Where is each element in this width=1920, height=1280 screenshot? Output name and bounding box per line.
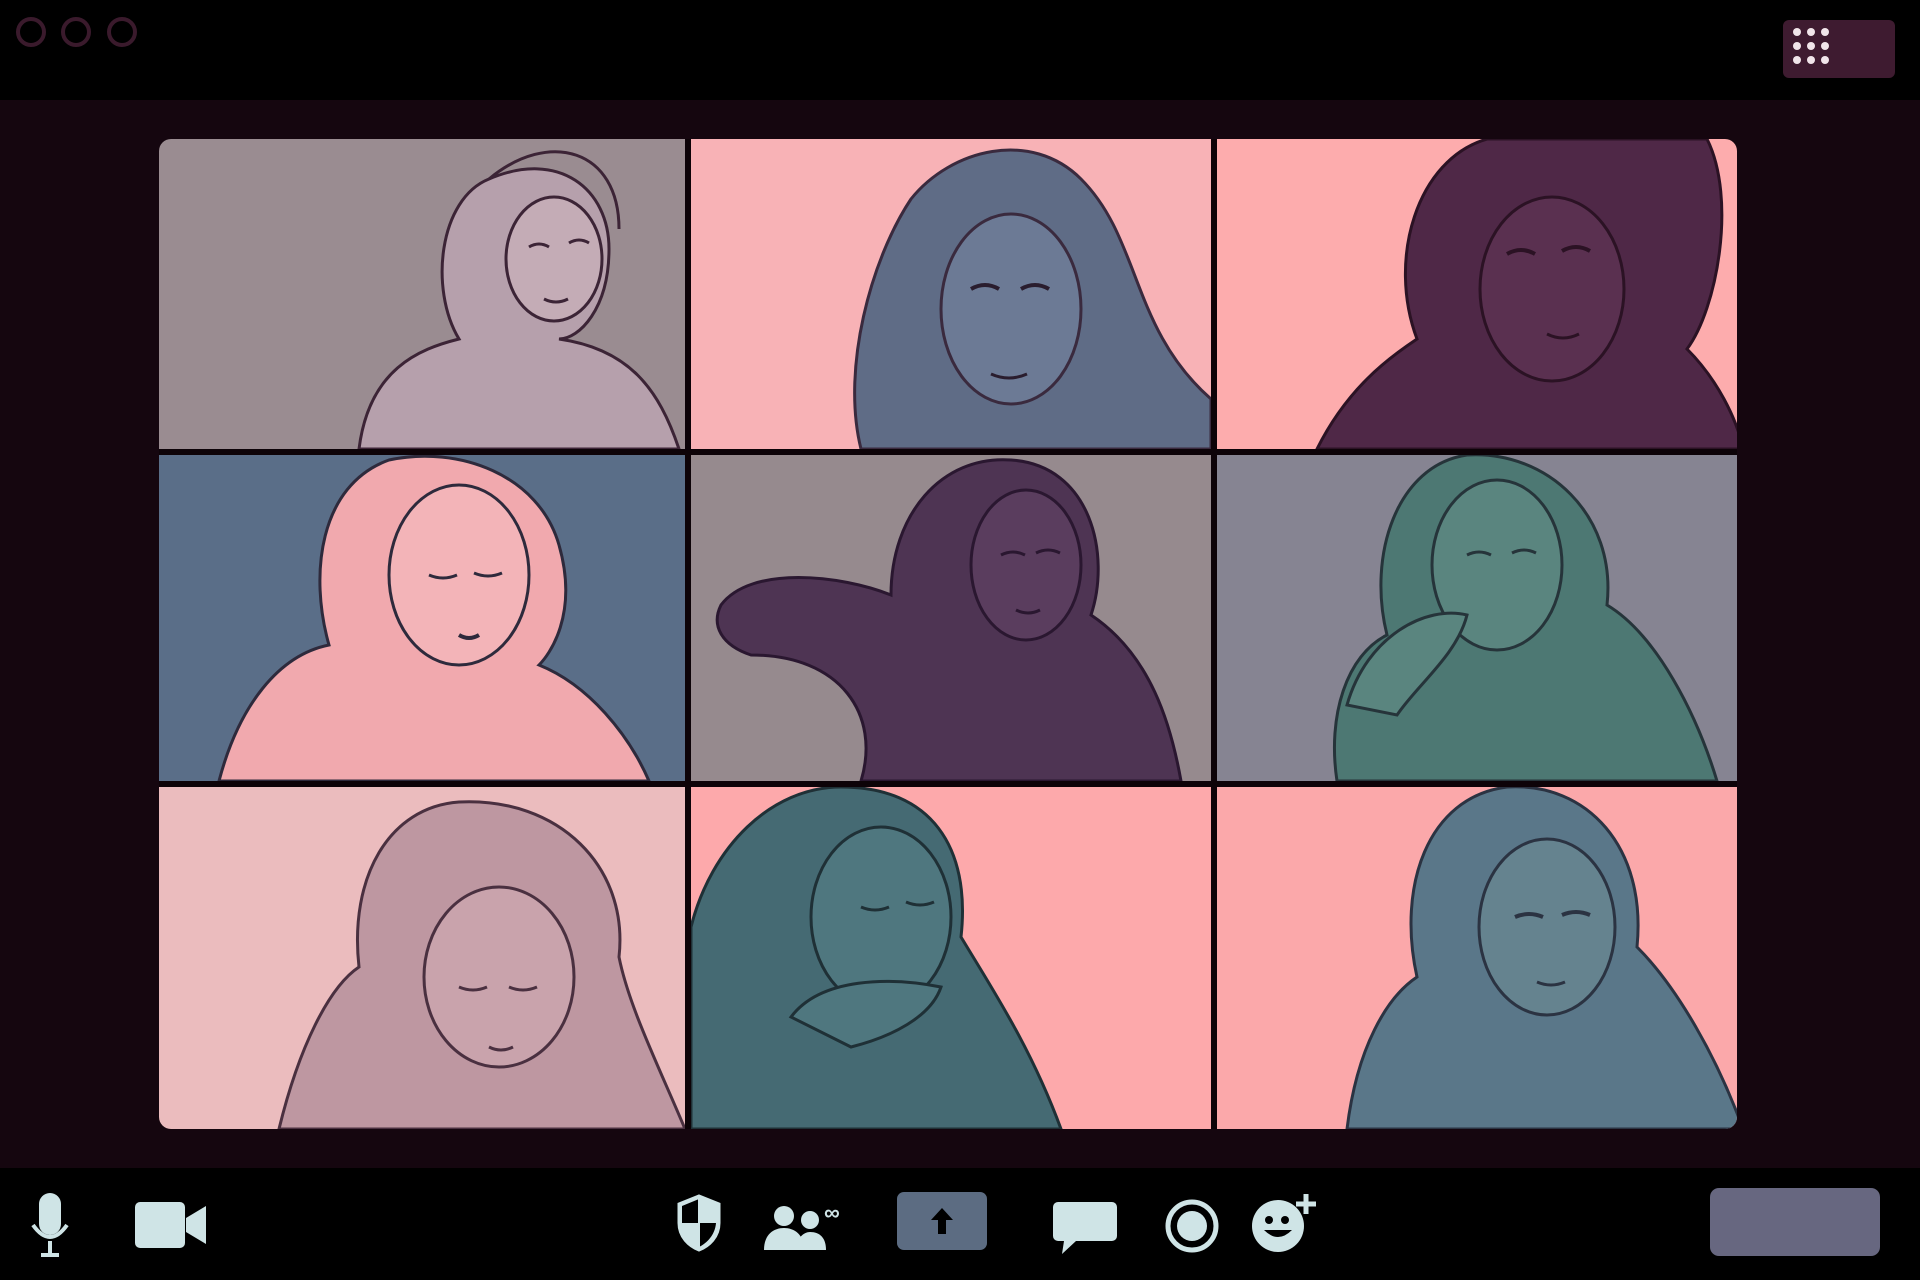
security-shield-icon: [677, 1194, 721, 1252]
grid-dots-icon: [1793, 28, 1829, 64]
video-button[interactable]: [134, 1200, 208, 1250]
participant-video-9: [1345, 787, 1737, 1129]
camera-icon: [135, 1202, 206, 1248]
participant-tile-5[interactable]: [691, 455, 1211, 781]
participant-video-6: [1333, 455, 1719, 781]
participant-video-1: [357, 150, 681, 449]
top-bar: [0, 0, 1920, 100]
participant-tile-2[interactable]: [691, 139, 1211, 449]
reactions-icon: [1252, 1194, 1316, 1252]
participant-video-3: [1315, 139, 1737, 449]
participant-tile-3[interactable]: [1217, 139, 1737, 449]
mute-button[interactable]: [30, 1191, 70, 1261]
svg-text:∞: ∞: [824, 1200, 840, 1225]
window-dot-maximize[interactable]: [107, 17, 137, 47]
record-button[interactable]: [1164, 1198, 1220, 1254]
reactions-button[interactable]: [1250, 1190, 1320, 1254]
participant-video-5: [715, 458, 1183, 781]
participant-tile-1[interactable]: [159, 139, 685, 449]
participant-video-4: [217, 455, 651, 781]
participants-button[interactable]: ∞: [760, 1200, 850, 1252]
meeting-toolbar: ∞: [0, 1168, 1920, 1280]
chat-button[interactable]: [1052, 1200, 1118, 1256]
participant-video-7: [277, 800, 685, 1129]
participant-tile-9[interactable]: [1217, 787, 1737, 1129]
share-screen-button[interactable]: [897, 1192, 987, 1250]
participant-video-8: [691, 787, 1063, 1129]
participant-tile-8[interactable]: [691, 787, 1211, 1129]
window-dot-close[interactable]: [16, 17, 46, 47]
share-screen-icon: [931, 1208, 953, 1234]
end-button[interactable]: [1710, 1188, 1880, 1256]
window-dot-minimize[interactable]: [61, 17, 91, 47]
participant-video-2: [853, 148, 1211, 449]
gallery-view-button[interactable]: [1783, 20, 1895, 78]
chat-icon: [1053, 1202, 1117, 1254]
meeting-stage: [0, 100, 1920, 1168]
microphone-icon: [31, 1193, 69, 1257]
participant-tile-6[interactable]: [1217, 455, 1737, 781]
record-icon: [1165, 1199, 1219, 1253]
video-gallery: [159, 139, 1737, 1129]
security-button[interactable]: [675, 1193, 723, 1253]
participants-icon: ∞: [764, 1200, 840, 1250]
participant-tile-4[interactable]: [159, 455, 685, 781]
participant-tile-7[interactable]: [159, 787, 685, 1129]
